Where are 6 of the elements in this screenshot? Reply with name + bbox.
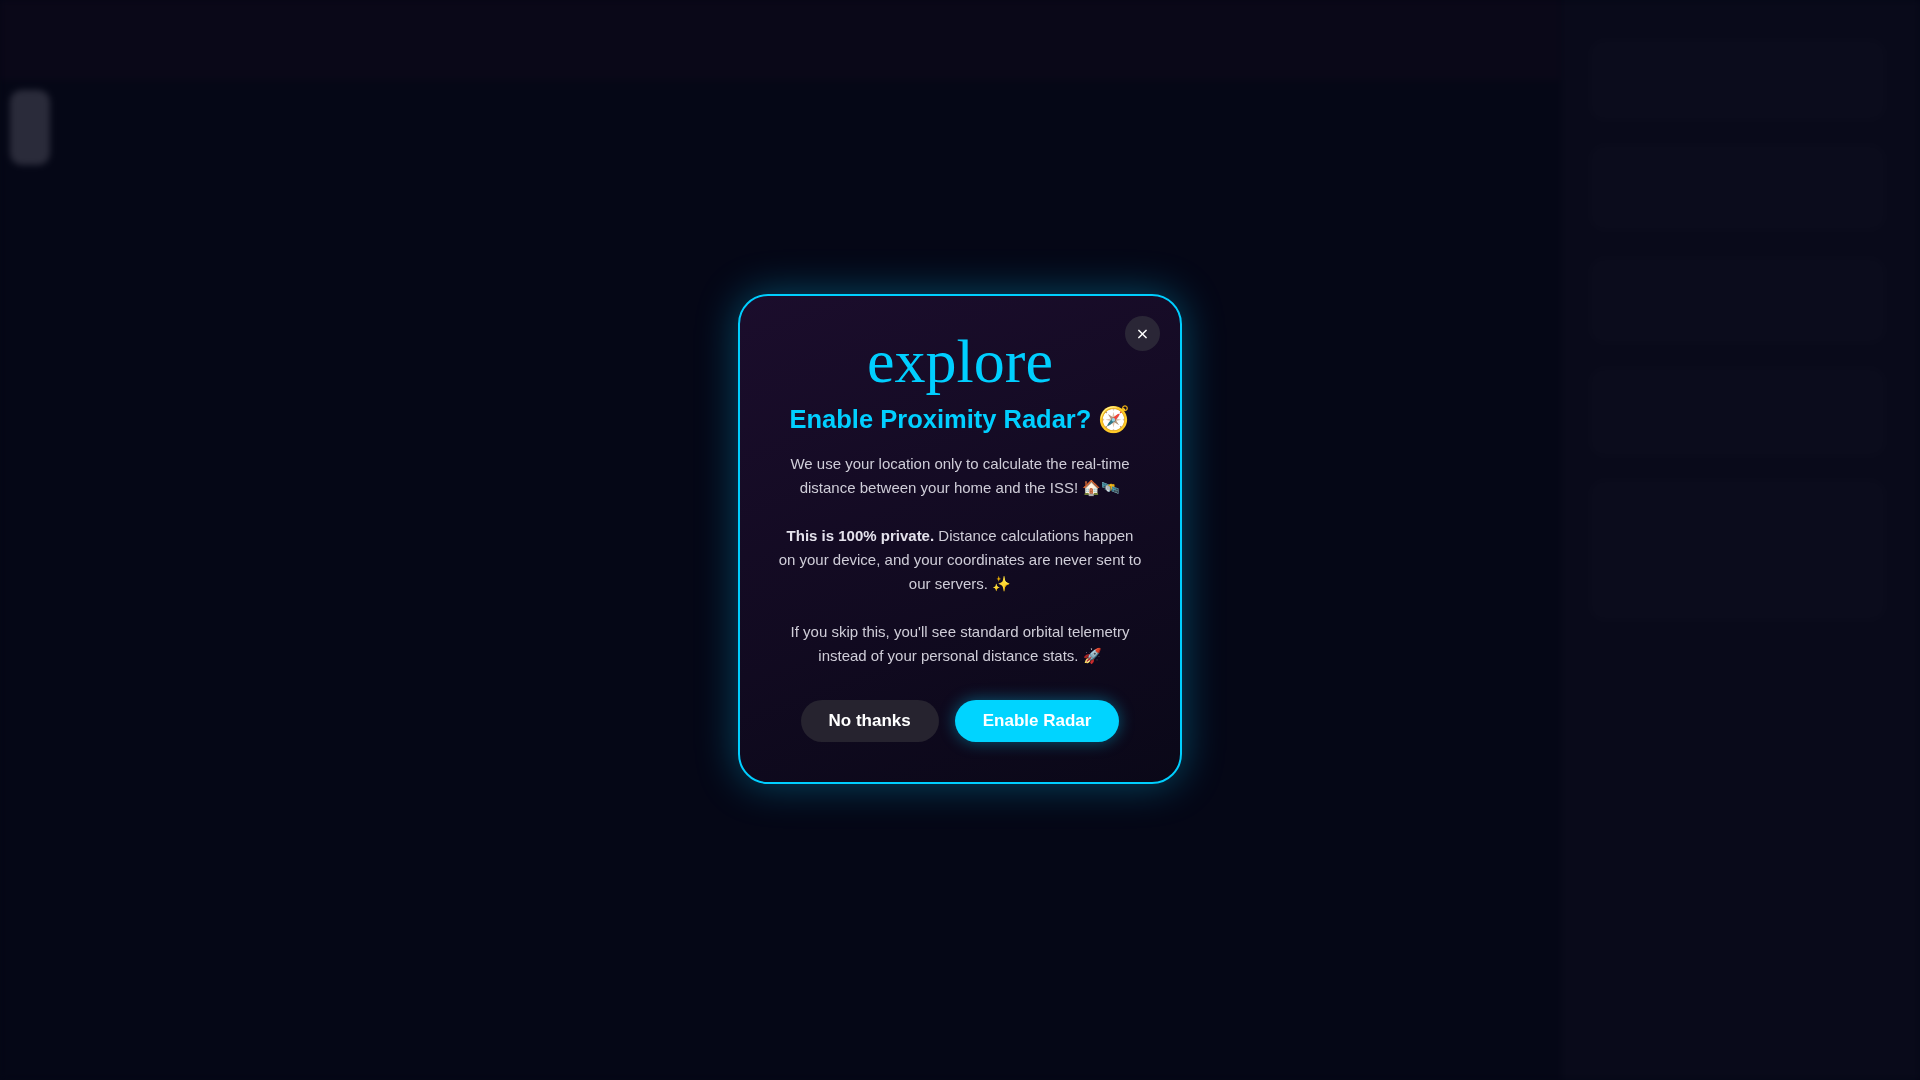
dialog-paragraph: If you skip this, you'll see standard orbital telemetry instead of your personal distance stats. 🚀 — [789, 622, 1131, 667]
decline-button[interactable]: No thanks — [800, 700, 939, 743]
dialog-paragraph: This is 100% private. Distance calculations happen on your device, and your coordinates are never sent to our servers. ✨ — [778, 526, 1142, 595]
dialog-title: Enable Proximity Radar? 🧭 — [788, 403, 1132, 435]
dialog-paragraph: We use your location only to calculate the real-time distance between your home and the ISS! 🏠🛰 — [789, 454, 1131, 499]
close-button[interactable]: × — [1125, 315, 1160, 351]
